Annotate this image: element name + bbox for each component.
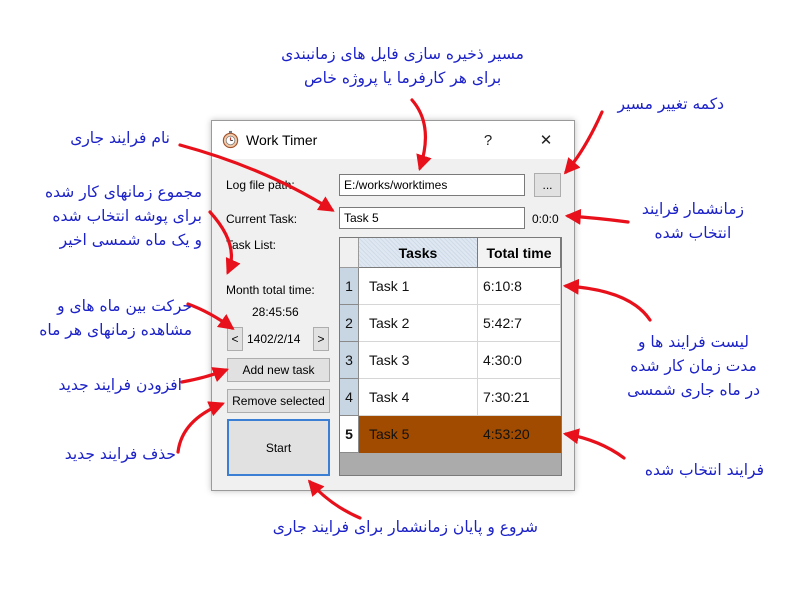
- title-bar[interactable]: Work Timer ? ✕: [212, 121, 574, 159]
- table-row[interactable]: 2 Task 2 5:42:7: [340, 305, 561, 342]
- annotation-change-path: دکمه تغییر مسیر: [617, 95, 724, 113]
- task-time-cell[interactable]: 4:30:0: [478, 342, 561, 379]
- task-name-cell[interactable]: Task 3: [359, 342, 478, 379]
- table-row[interactable]: 1 Task 1 6:10:8: [340, 268, 561, 305]
- row-number[interactable]: 3: [340, 342, 359, 379]
- task-list-label: Task List:: [226, 238, 277, 252]
- task-name-cell[interactable]: Task 5: [359, 416, 478, 453]
- remove-task-button[interactable]: Remove selected: [227, 389, 330, 413]
- column-header-total-time[interactable]: Total time: [478, 238, 561, 268]
- timer-display: 0:0:0: [532, 212, 559, 226]
- close-icon: ✕: [539, 132, 553, 149]
- month-display: 1402/2/14: [247, 332, 301, 346]
- row-number[interactable]: 4: [340, 379, 359, 416]
- help-button[interactable]: ?: [466, 125, 510, 155]
- column-header-tasks[interactable]: Tasks: [359, 238, 478, 268]
- add-task-button[interactable]: Add new task: [227, 358, 330, 382]
- grid-corner: [340, 238, 359, 268]
- log-path-field[interactable]: E:/works/worktimes: [339, 174, 525, 196]
- row-number[interactable]: 5: [340, 416, 359, 453]
- annotation-list: لیست فرایند ها و مدت زمان کار شده در ماه…: [627, 333, 760, 399]
- work-timer-window: Work Timer ? ✕ Log file path: Current Ta…: [211, 120, 575, 491]
- month-total-label: Month total time:: [226, 283, 315, 297]
- current-task-label: Current Task:: [226, 212, 298, 226]
- task-name-cell[interactable]: Task 4: [359, 379, 478, 416]
- row-number[interactable]: 1: [340, 268, 359, 305]
- annotation-remove-task: حذف فرایند جدید: [64, 445, 176, 463]
- browse-button[interactable]: ...: [534, 173, 561, 197]
- task-time-cell[interactable]: 7:30:21: [478, 379, 561, 416]
- help-icon: ?: [483, 131, 493, 149]
- start-button[interactable]: Start: [227, 419, 330, 476]
- annotation-month-total: مجموع زمانهای کار شده برای پوشه انتخاب ش…: [45, 183, 202, 249]
- window-title: Work Timer: [246, 132, 318, 148]
- annotation-add-task: افزودن فرایند جدید: [58, 376, 182, 394]
- table-row[interactable]: 3 Task 3 4:30:0: [340, 342, 561, 379]
- prev-month-button[interactable]: <: [227, 327, 243, 351]
- next-month-button[interactable]: >: [313, 327, 329, 351]
- arrow-list: [562, 278, 652, 322]
- annotation-timer: زمانشمار فرایند انتخاب شده: [641, 200, 744, 242]
- close-button[interactable]: ✕: [524, 125, 568, 155]
- task-name-cell[interactable]: Task 2: [359, 305, 478, 342]
- current-task-field[interactable]: Task 5: [339, 207, 525, 229]
- annotation-log-path: مسیر ذخیره سازی فایل های زمانبندی برای ه…: [281, 45, 524, 87]
- annotation-month-nav: حرکت بین ماه های و مشاهده زمانهای هر ماه: [39, 297, 192, 339]
- month-total-value: 28:45:56: [252, 305, 299, 319]
- annotation-selected-task: فرایند انتخاب شده: [644, 461, 764, 479]
- table-row[interactable]: 4 Task 4 7:30:21: [340, 379, 561, 416]
- annotation-current-name: نام فرایند جاری: [70, 129, 170, 147]
- annotation-start-stop: شروع و پایان زمانشمار برای فرایند جاری: [272, 518, 538, 536]
- task-name-cell[interactable]: Task 1: [359, 268, 478, 305]
- task-time-cell[interactable]: 6:10:8: [478, 268, 561, 305]
- arrow-timer: [564, 208, 630, 225]
- task-grid[interactable]: Tasks Total time 1 Task 1 6:10:8 2 Task …: [339, 237, 562, 476]
- row-number[interactable]: 2: [340, 305, 359, 342]
- task-time-cell[interactable]: 4:53:20: [478, 416, 561, 453]
- table-row-selected[interactable]: 5 Task 5 4:53:20: [340, 416, 561, 453]
- task-time-cell[interactable]: 5:42:7: [478, 305, 561, 342]
- log-path-label: Log file path:: [226, 178, 295, 192]
- stopwatch-icon: [222, 130, 239, 149]
